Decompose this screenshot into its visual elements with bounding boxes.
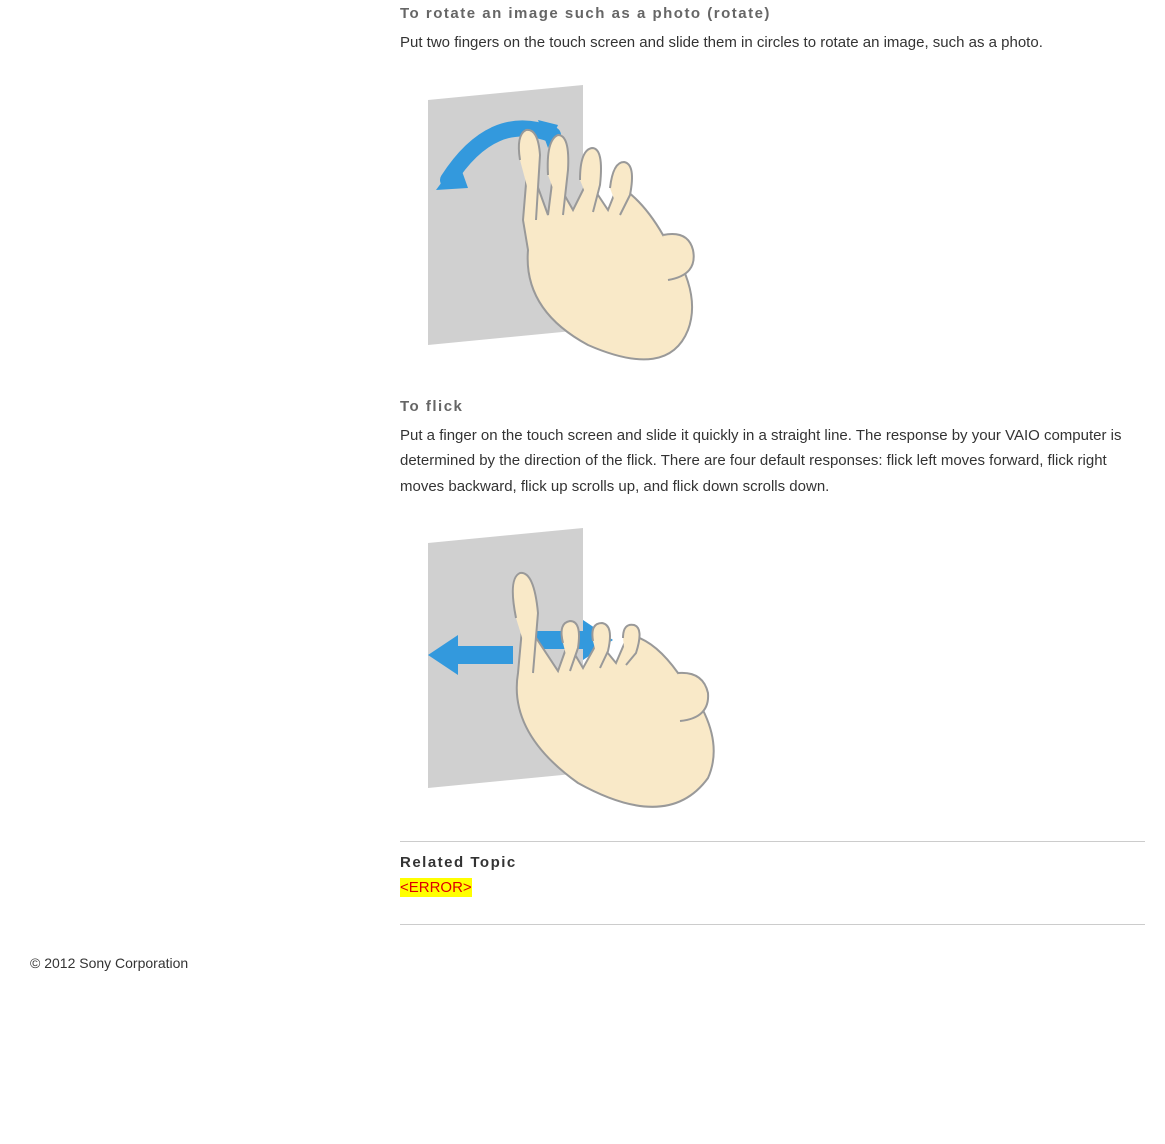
divider-top [400, 841, 1145, 842]
rotate-illustration [408, 80, 1145, 370]
rotate-heading: To rotate an image such as a photo (rota… [400, 5, 1145, 22]
rotate-body: Put two fingers on the touch screen and … [400, 30, 1145, 56]
related-topic-heading: Related Topic [400, 854, 1145, 871]
divider-bottom [400, 924, 1145, 925]
flick-body: Put a finger on the touch screen and sli… [400, 423, 1145, 500]
flick-illustration [408, 523, 1145, 813]
related-topic-link-error[interactable]: <ERROR> [400, 878, 472, 897]
section-flick: To flick Put a finger on the touch scree… [400, 398, 1145, 814]
section-rotate: To rotate an image such as a photo (rota… [400, 5, 1145, 370]
main-content: To rotate an image such as a photo (rota… [400, 0, 1145, 925]
flick-heading: To flick [400, 398, 1145, 415]
copyright-footer: © 2012 Sony Corporation [30, 955, 1165, 981]
